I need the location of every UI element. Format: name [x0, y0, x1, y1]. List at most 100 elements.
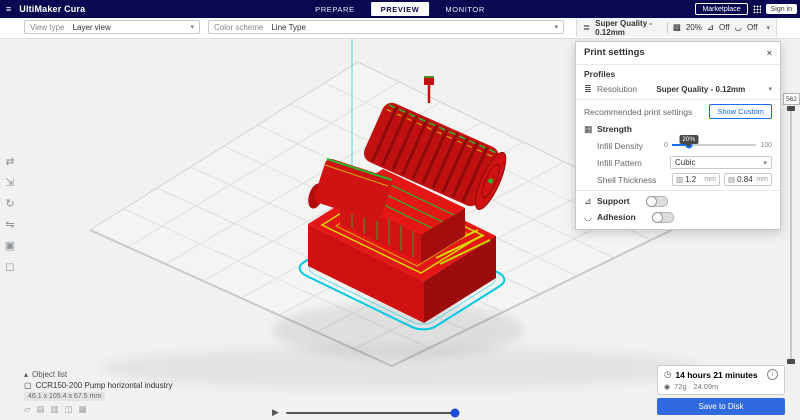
- print-setup-summary[interactable]: ≣ Super Quality - 0.12mm ▩ 20% ⊿ Off ◡ O…: [576, 18, 777, 37]
- resolution-icon: ≣: [584, 83, 592, 94]
- support-toggle[interactable]: [645, 195, 668, 207]
- profile-summary: Super Quality - 0.12mm: [595, 18, 653, 37]
- infill-pattern-value: Cubic: [675, 158, 696, 167]
- simulation-slider: ▶: [272, 407, 460, 418]
- model-toolbar: ⇄ ⇲ ↻ ⇋ ▣ ◻: [1, 156, 19, 274]
- caret-up-icon: ▴: [24, 370, 29, 379]
- move-tool-icon[interactable]: ⇄: [1, 156, 19, 169]
- infill-summary: 20%: [685, 23, 702, 32]
- model-shadow: [273, 302, 523, 358]
- scale-tool-icon[interactable]: ⇲: [1, 177, 19, 190]
- tab-prepare[interactable]: PREPARE: [309, 3, 361, 16]
- infill-pattern-label: Infill Pattern: [597, 157, 642, 168]
- play-icon[interactable]: ▶: [272, 407, 279, 418]
- top-bottom-icon: ▤: [728, 175, 736, 184]
- cube-icon: ▢: [24, 381, 32, 390]
- view-type-label: View type: [30, 22, 65, 32]
- object-action-icon[interactable]: ▦: [79, 404, 87, 415]
- wall-icon: ▥: [676, 175, 684, 184]
- adhesion-label: Adhesion: [597, 212, 636, 222]
- layer-number-box[interactable]: 562: [783, 93, 800, 105]
- strength-label: Strength: [597, 124, 632, 134]
- adhesion-icon: ◡: [584, 211, 592, 222]
- info-icon[interactable]: i: [767, 369, 778, 380]
- top-bottom-thickness-field[interactable]: [737, 175, 755, 184]
- resolution-value[interactable]: Super Quality - 0.12mm: [656, 85, 745, 94]
- support-icon: ⊿: [584, 195, 592, 206]
- marketplace-button[interactable]: Marketplace: [695, 3, 748, 15]
- top-bottom-thickness-input[interactable]: ▤ mm: [724, 173, 772, 186]
- view-options-bar: View type Layer view ▾ Color scheme Line…: [0, 18, 800, 39]
- object-list-title: Object list: [32, 370, 68, 379]
- object-action-icon[interactable]: ▱: [24, 404, 31, 415]
- object-list-item[interactable]: ▢ CCR150-200 Pump horizontal industry: [24, 381, 173, 390]
- support-label: Support: [597, 196, 630, 206]
- adhesion-icon: ◡: [734, 22, 742, 32]
- tab-preview[interactable]: PREVIEW: [370, 2, 430, 16]
- divider: [667, 22, 668, 33]
- apps-grid-icon[interactable]: [752, 5, 761, 13]
- object-list-header[interactable]: ▴ Object list: [24, 370, 173, 379]
- support-row: ⊿ Support: [576, 193, 780, 209]
- support-icon: ⊿: [706, 22, 714, 32]
- object-action-icon[interactable]: ▥: [51, 404, 59, 415]
- profiles-title: Profiles: [584, 69, 616, 79]
- stage-tabs: PREPARE PREVIEW MONITOR: [309, 2, 491, 16]
- panel-title: Print settings: [584, 47, 645, 58]
- adhesion-summary: Off: [746, 23, 758, 32]
- recommended-row: Recommended print settings Show Custom: [576, 102, 780, 121]
- chevron-down-icon: ▾: [763, 159, 767, 167]
- color-scheme-dropdown[interactable]: Color scheme Line Type ▾: [208, 20, 564, 34]
- material-estimate: 72g · 24.09m: [674, 382, 719, 391]
- hamburger-icon[interactable]: ≡: [6, 0, 11, 18]
- infill-icon: ▩: [672, 22, 681, 32]
- resolution-label: Resolution: [597, 84, 638, 94]
- simulation-handle[interactable]: [450, 408, 460, 417]
- infill-pattern-dropdown[interactable]: Cubic ▾: [670, 156, 772, 169]
- layer-slider-top-handle[interactable]: [787, 106, 795, 111]
- save-to-disk-button[interactable]: Save to Disk: [657, 398, 785, 415]
- chevron-down-icon: ▾: [766, 24, 770, 32]
- infill-density-label: Infill Density: [597, 140, 643, 151]
- object-action-icon[interactable]: ▤: [37, 404, 45, 415]
- slider-max-label: 100: [760, 141, 772, 149]
- layer-slider-track[interactable]: [790, 106, 792, 364]
- close-icon[interactable]: ×: [767, 48, 772, 58]
- recommended-label: Recommended print settings: [584, 106, 693, 117]
- tab-monitor[interactable]: MONITOR: [439, 3, 490, 16]
- object-list: ▴ Object list ▢ CCR150-200 Pump horizont…: [24, 370, 173, 415]
- divider: [576, 99, 780, 100]
- spool-icon: ◉: [664, 383, 671, 391]
- infill-density-row: Infill Density 0 20% 100: [576, 135, 780, 154]
- adhesion-row: ◡ Adhesion: [576, 209, 780, 225]
- sign-in-button[interactable]: Sign in: [765, 4, 797, 14]
- mirror-tool-icon[interactable]: ⇋: [1, 219, 19, 232]
- show-custom-button[interactable]: Show Custom: [709, 104, 772, 119]
- quality-icon: ≣: [583, 22, 591, 32]
- wall-thickness-input[interactable]: ▥ mm: [672, 173, 720, 186]
- divider: [576, 190, 780, 191]
- wall-thickness-field[interactable]: [685, 175, 703, 184]
- rotate-tool-icon[interactable]: ↻: [1, 198, 19, 211]
- print-job-summary: ◷ 14 hours 21 minutes i ◉ 72g · 24.09m: [657, 365, 785, 395]
- chevron-down-icon: ▾: [554, 24, 558, 31]
- support-summary: Off: [719, 23, 730, 32]
- top-bottom-unit: mm: [756, 176, 768, 183]
- infill-density-slider[interactable]: 20%: [671, 135, 757, 149]
- strength-icon: ▦: [584, 123, 593, 134]
- chevron-down-icon: ▾: [768, 86, 772, 93]
- adhesion-toggle[interactable]: [651, 211, 674, 223]
- model-dimensions: 46.1 x 105.4 x 67.5 mm: [24, 392, 106, 401]
- color-scheme-value: Line Type: [271, 22, 306, 32]
- support-blocker-icon[interactable]: ◻: [1, 261, 19, 274]
- simulation-track[interactable]: [285, 408, 460, 417]
- per-model-settings-icon[interactable]: ▣: [1, 240, 19, 253]
- layer-slider-bottom-handle[interactable]: [787, 359, 795, 364]
- view-type-value: Layer view: [72, 22, 111, 32]
- app-title: UltiMaker Cura: [19, 4, 86, 14]
- view-type-dropdown[interactable]: View type Layer view ▾: [24, 20, 200, 34]
- object-action-icon[interactable]: ◫: [65, 404, 73, 415]
- cura-window: ≡ UltiMaker Cura PREPARE PREVIEW MONITOR…: [0, 0, 800, 420]
- object-list-actions: ▱ ▤ ▥ ◫ ▦: [24, 404, 173, 415]
- print-settings-panel: Print settings × Profiles ≣ Resolution S…: [575, 41, 781, 230]
